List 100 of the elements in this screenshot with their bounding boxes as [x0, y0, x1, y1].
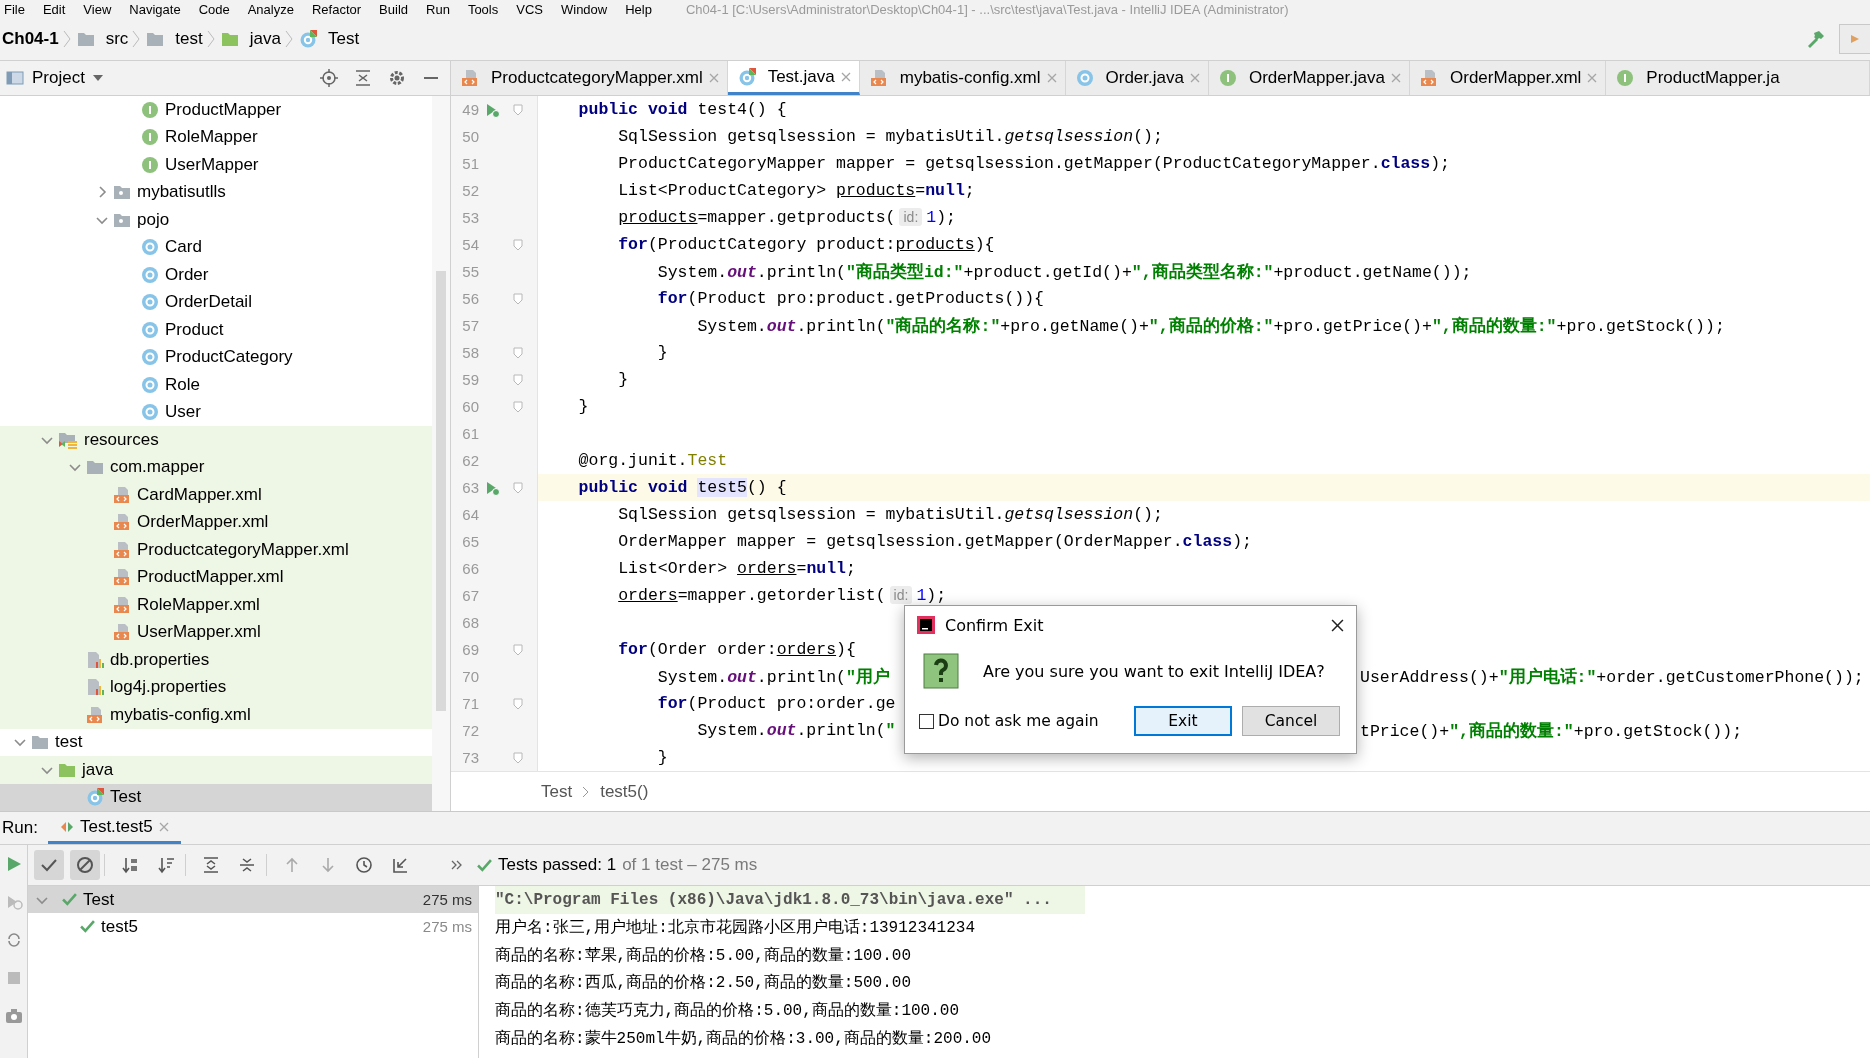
- dialog-button[interactable]: Exit: [1134, 706, 1232, 736]
- code-line: for(Product pro:product.getProducts()){: [656, 289, 1044, 308]
- fold-marker-icon[interactable]: [513, 751, 523, 764]
- xml-file-icon: [113, 485, 131, 504]
- more-icon[interactable]: [451, 860, 463, 870]
- line-number: 49: [461, 101, 479, 118]
- tree-item[interactable]: ProductCategory: [165, 347, 293, 368]
- expand-all-icon[interactable]: [202, 856, 220, 874]
- tree-item[interactable]: RoleMapper: [165, 127, 258, 148]
- separator-icon: [284, 30, 293, 48]
- menu-item[interactable]: Analyze: [247, 1, 294, 17]
- menu-item[interactable]: VCS: [516, 1, 543, 17]
- menu-item[interactable]: File: [4, 1, 25, 17]
- menu-item[interactable]: Build: [379, 1, 408, 17]
- fold-marker-icon[interactable]: [513, 697, 523, 710]
- test-row[interactable]: test5 275 ms: [28, 913, 478, 940]
- class-icon: [141, 375, 159, 394]
- scrollbar[interactable]: [436, 271, 446, 711]
- chevron-icon[interactable]: [69, 461, 81, 474]
- menu-item[interactable]: Edit: [42, 1, 66, 17]
- folder-icon: [146, 30, 165, 48]
- fold-marker-icon[interactable]: [513, 346, 523, 359]
- fold-marker-icon[interactable]: [513, 373, 523, 386]
- tree-item[interactable]: ProductMapper: [165, 99, 282, 120]
- show-passed-toggle[interactable]: [34, 850, 64, 880]
- fold-marker-icon[interactable]: [513, 292, 523, 305]
- export-icon[interactable]: [391, 856, 409, 874]
- arrow-down-icon[interactable]: [319, 856, 337, 874]
- fold-marker-icon[interactable]: [513, 481, 523, 494]
- run-test-icon[interactable]: [484, 101, 500, 118]
- collapse-all-icon[interactable]: [238, 856, 256, 874]
- tree-item[interactable]: Product: [165, 319, 224, 340]
- sort-by-duration-icon[interactable]: [157, 856, 175, 874]
- breadcrumb[interactable]: Test: [541, 781, 573, 802]
- tree-item[interactable]: Order: [165, 264, 209, 285]
- line-number: 57: [461, 317, 479, 334]
- xml-file-icon: [113, 540, 131, 559]
- toolbar-button[interactable]: [1839, 24, 1870, 54]
- project-view-selector[interactable]: Project: [32, 68, 103, 88]
- menu-item[interactable]: Window: [560, 1, 608, 17]
- tree-item[interactable]: pojo: [137, 209, 170, 230]
- class-icon: [141, 348, 159, 367]
- breadcrumb[interactable]: Ch04-1: [2, 29, 59, 49]
- run-test-icon[interactable]: [484, 479, 500, 496]
- fold-marker-icon[interactable]: [513, 400, 523, 413]
- tree-item[interactable]: db.properties: [110, 649, 210, 670]
- tree-item[interactable]: Test: [110, 787, 142, 808]
- tree-item[interactable]: test: [55, 732, 83, 753]
- chevron-icon[interactable]: [96, 186, 108, 199]
- menu-item[interactable]: Help: [625, 1, 652, 17]
- menu-item[interactable]: Run: [426, 1, 450, 17]
- tree-item[interactable]: java: [82, 759, 114, 780]
- sort-alphabetically-icon[interactable]: [121, 856, 139, 874]
- tree-item[interactable]: OrderDetail: [165, 292, 252, 313]
- settings-icon[interactable]: [388, 69, 406, 87]
- breadcrumb[interactable]: test: [175, 29, 203, 49]
- close-icon[interactable]: [1331, 618, 1344, 632]
- window-title: Ch04-1 [C:\Users\Administrator\Desktop\Ch04-1] - ...\src\test\java\Test.java - IntelliJ IDEA (Administrator): [685, 1, 1289, 17]
- breadcrumb[interactable]: Test: [327, 29, 360, 49]
- editor-tab[interactable]: ProductMapper.ja: [1606, 61, 1870, 95]
- tree-item[interactable]: com.mapper: [110, 457, 205, 478]
- fold-marker-icon[interactable]: [513, 643, 523, 656]
- breadcrumb[interactable]: test5(): [600, 781, 649, 802]
- editor-tab[interactable]: OrderMapper.java: [1208, 61, 1411, 95]
- console-line: 商品的名称:苹果,商品的价格:5.00,商品的数量:100.00: [495, 945, 913, 967]
- checkbox[interactable]: Do not ask me again: [919, 712, 1099, 730]
- menu-item[interactable]: Tools: [467, 1, 499, 17]
- xml-file-icon: [461, 69, 479, 87]
- test-class-icon: [86, 788, 104, 807]
- editor-tab[interactable]: ProductcategoryMapper.xml: [451, 61, 728, 95]
- editor-tab[interactable]: Order.java: [1065, 61, 1209, 95]
- tree-item[interactable]: User: [165, 402, 201, 423]
- camera-icon[interactable]: [4, 1007, 23, 1025]
- editor-tab[interactable]: OrderMapper.xml: [1410, 61, 1607, 95]
- code-line: System.out.println(": [696, 721, 896, 740]
- locate-icon[interactable]: [320, 69, 338, 87]
- history-icon[interactable]: [355, 856, 373, 874]
- dialog-button[interactable]: Cancel: [1242, 706, 1340, 736]
- fold-marker-icon[interactable]: [513, 238, 523, 251]
- menu-item[interactable]: Code: [198, 1, 230, 17]
- chevron-icon[interactable]: [14, 736, 26, 749]
- collapse-all-icon[interactable]: [354, 69, 372, 87]
- tree-item[interactable]: UserMapper: [165, 154, 259, 175]
- tree-item[interactable]: Role: [165, 374, 200, 395]
- folder-icon: [76, 30, 95, 48]
- tree-item[interactable]: resources: [84, 429, 159, 450]
- editor-tab[interactable]: Test.java: [727, 61, 860, 95]
- line-number: 56: [461, 290, 479, 307]
- menu-item[interactable]: Navigate: [129, 1, 181, 17]
- tree-item[interactable]: mybatisutlls: [137, 182, 226, 203]
- test-row[interactable]: Test 275 ms: [28, 886, 478, 913]
- class-icon: [141, 265, 159, 284]
- show-ignored-toggle[interactable]: [70, 850, 100, 880]
- breadcrumb[interactable]: src: [105, 29, 129, 49]
- fold-marker-icon[interactable]: [513, 103, 523, 116]
- editor-tab[interactable]: mybatis-config.xml: [859, 61, 1066, 95]
- tree-item[interactable]: Card: [165, 237, 202, 258]
- menu-item[interactable]: Refactor: [311, 1, 362, 17]
- breadcrumb[interactable]: java: [249, 29, 281, 49]
- menu-item[interactable]: View: [83, 1, 112, 17]
